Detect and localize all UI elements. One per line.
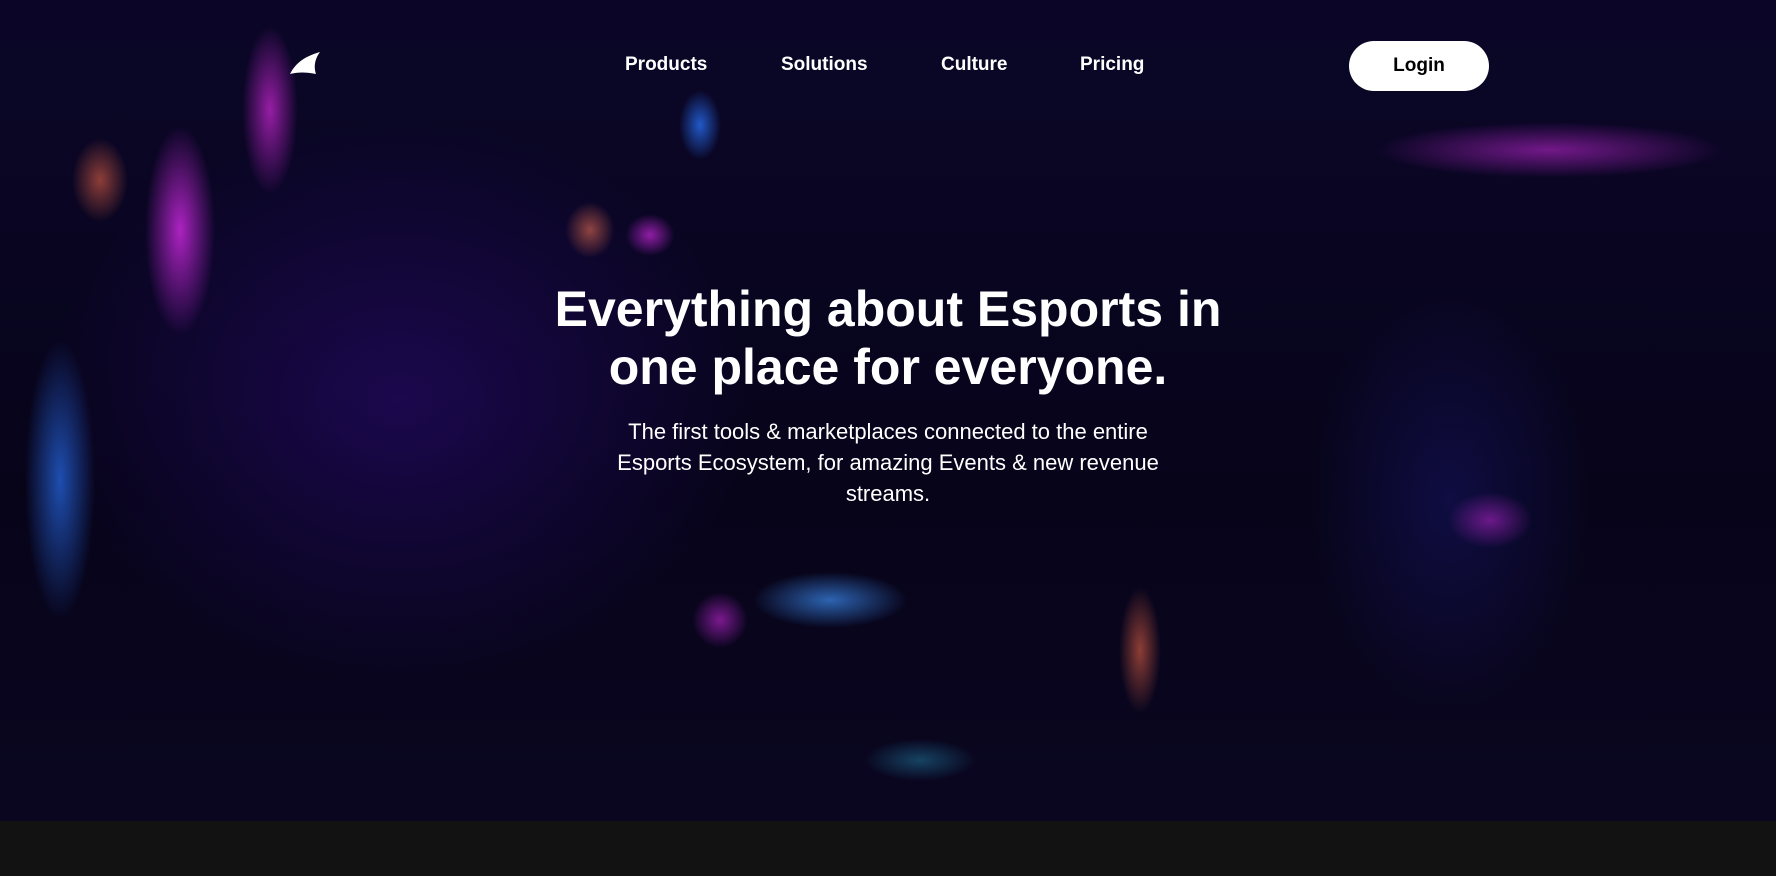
login-button[interactable]: Login — [1349, 41, 1489, 91]
nav-culture[interactable]: Culture — [941, 54, 1008, 76]
logo-icon[interactable] — [288, 52, 322, 78]
hero-title-line1: Everything about Esports in — [554, 281, 1222, 337]
hero-subtitle: The first tools & marketplaces connected… — [617, 419, 1159, 506]
nav-solutions[interactable]: Solutions — [781, 54, 868, 76]
hero-title-line2: one place for everyone. — [608, 339, 1168, 395]
hero-background — [0, 0, 1776, 821]
nav-pricing[interactable]: Pricing — [1080, 54, 1144, 76]
hero-title: Everything about Esports in one place for… — [0, 280, 1776, 396]
nav-products[interactable]: Products — [625, 54, 707, 76]
